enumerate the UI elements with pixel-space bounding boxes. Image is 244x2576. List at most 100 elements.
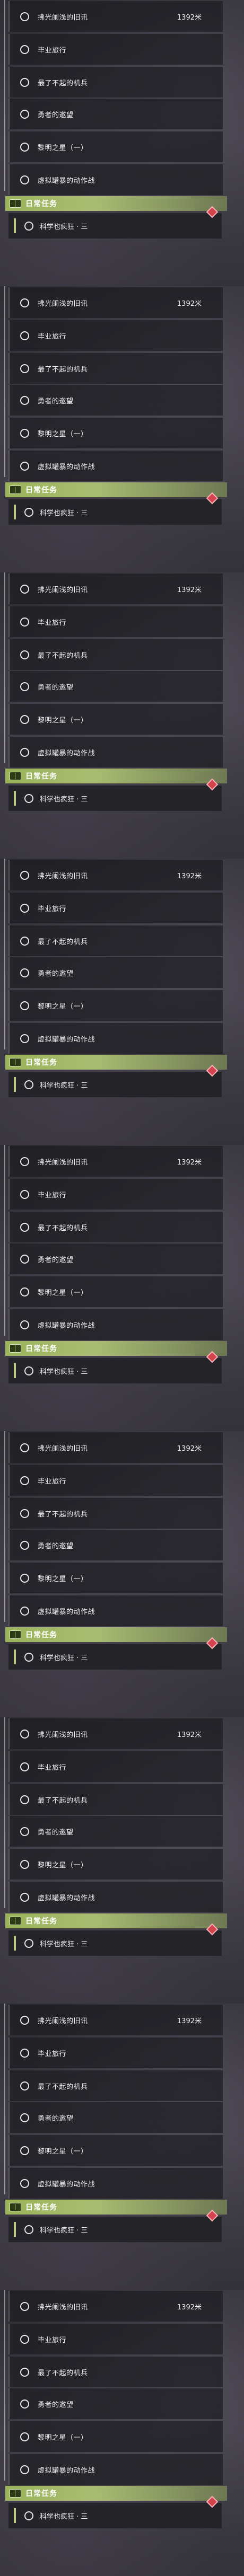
quest-row[interactable]: 最了不起的机兵 — [8, 2070, 223, 2101]
quest-row[interactable]: 黎明之星（一） — [8, 1849, 223, 1880]
daily-task-row[interactable]: 科学也疯狂 · 三 — [8, 1351, 222, 1383]
quest-row-label: 虚拟罐暴的动作战 — [38, 1894, 95, 1902]
daily-task-header[interactable]: 日常任务 — [5, 1055, 227, 1070]
circle-icon — [20, 1287, 29, 1296]
quest-row[interactable]: 勇者的邀望 — [8, 957, 223, 988]
circle-icon — [20, 1222, 29, 1232]
quest-row[interactable]: 最了不起的机兵 — [8, 1498, 223, 1529]
quest-row[interactable]: 虚拟罐暴的动作战 — [8, 2168, 223, 2199]
quest-row[interactable]: 毕业旅行 — [8, 2324, 223, 2354]
daily-task-title: 日常任务 — [25, 486, 57, 495]
quest-row[interactable]: 最了不起的机兵 — [8, 639, 223, 670]
quest-row-label: 勇者的邀望 — [38, 111, 74, 119]
book-icon — [10, 1058, 21, 1066]
quest-row-label: 虚拟罐暴的动作战 — [38, 1035, 95, 1044]
quest-row-label: 毕业旅行 — [38, 619, 67, 627]
quest-track-line — [4, 2004, 5, 2194]
quest-row[interactable]: 勇者的邀望 — [8, 385, 223, 416]
quest-row[interactable]: 黎明之星（一） — [8, 1276, 223, 1307]
circle-icon — [24, 1366, 33, 1375]
quest-row[interactable]: 最了不起的机兵 — [8, 353, 223, 384]
quest-row[interactable]: 拂光阑浅的旧讯 1392米 — [8, 574, 223, 604]
daily-task-row[interactable]: 科学也疯狂 · 三 — [8, 492, 222, 525]
daily-task-row[interactable]: 科学也疯狂 · 三 — [8, 778, 222, 811]
circle-icon — [24, 221, 33, 231]
daily-task-row[interactable]: 科学也疯狂 · 三 — [8, 2495, 222, 2528]
quest-row[interactable]: 拂光阑浅的旧讯 1392米 — [8, 1718, 223, 1749]
daily-task-row[interactable]: 科学也疯狂 · 三 — [8, 1064, 222, 1097]
quest-row[interactable]: 最了不起的机兵 — [8, 1212, 223, 1242]
quest-row[interactable]: 拂光阑浅的旧讯 1392米 — [8, 860, 223, 890]
quest-row[interactable]: 黎明之星（一） — [8, 704, 223, 735]
daily-task-row[interactable]: 科学也疯狂 · 三 — [8, 2209, 222, 2242]
quest-row[interactable]: 勇者的邀望 — [8, 2102, 223, 2133]
daily-task-row[interactable]: 科学也疯狂 · 三 — [8, 1637, 222, 1670]
quest-row-label: 最了不起的机兵 — [38, 79, 88, 87]
quest-row[interactable]: 勇者的邀望 — [8, 1243, 223, 1274]
circle-icon — [20, 1508, 29, 1518]
daily-task-header[interactable]: 日常任务 — [5, 196, 227, 211]
quest-row[interactable]: 毕业旅行 — [8, 893, 223, 923]
daily-task-header[interactable]: 日常任务 — [5, 769, 227, 783]
quest-track-line — [4, 572, 5, 763]
circle-icon — [20, 968, 29, 977]
quest-row[interactable]: 毕业旅行 — [8, 320, 223, 351]
quest-row[interactable]: 黎明之星（一） — [8, 2421, 223, 2452]
daily-task-header[interactable]: 日常任务 — [5, 2486, 227, 2501]
quest-row[interactable]: 虚拟罐暴的动作战 — [8, 451, 223, 481]
quest-row[interactable]: 毕业旅行 — [8, 1751, 223, 1782]
quest-row[interactable]: 勇者的邀望 — [8, 2388, 223, 2419]
quest-row[interactable]: 毕业旅行 — [8, 34, 223, 65]
circle-icon — [20, 1573, 29, 1583]
quest-row[interactable]: 勇者的邀望 — [8, 1530, 223, 1560]
quest-row[interactable]: 拂光阑浅的旧讯 1392米 — [8, 1432, 223, 1463]
circle-icon — [20, 2399, 29, 2409]
quest-row[interactable]: 黎明之星（一） — [8, 1563, 223, 1593]
daily-task-header[interactable]: 日常任务 — [5, 482, 227, 497]
quest-row[interactable]: 毕业旅行 — [8, 1179, 223, 1210]
quest-row[interactable]: 虚拟罐暴的动作战 — [8, 2454, 223, 2485]
daily-task-header[interactable]: 日常任务 — [5, 1627, 227, 1642]
daily-task-header[interactable]: 日常任务 — [5, 2200, 227, 2215]
quest-row[interactable]: 黎明之星（一） — [8, 131, 223, 162]
quest-row[interactable]: 虚拟罐暴的动作战 — [8, 1595, 223, 1626]
quest-row[interactable]: 毕业旅行 — [8, 1465, 223, 1496]
quest-row[interactable]: 黎明之星（一） — [8, 990, 223, 1021]
quest-row[interactable]: 黎明之星（一） — [8, 418, 223, 448]
quest-panel: 拂光阑浅的旧讯 1392米 毕业旅行 最了不起的机兵 勇者的邀望 黎明之星（一） 虚拟罐暴的… — [0, 286, 244, 572]
quest-row[interactable]: 毕业旅行 — [8, 2037, 223, 2068]
quest-row-label: 黎明之星（一） — [38, 2147, 88, 2156]
quest-row[interactable]: 毕业旅行 — [8, 606, 223, 637]
daily-task-header[interactable]: 日常任务 — [5, 1341, 227, 1356]
quest-row-label: 黎明之星（一） — [38, 1861, 88, 1869]
quest-row[interactable]: 拂光阑浅的旧讯 1392米 — [8, 1, 223, 32]
quest-row[interactable]: 最了不起的机兵 — [8, 925, 223, 956]
quest-row[interactable]: 虚拟罐暴的动作战 — [8, 164, 223, 195]
quest-row-label: 勇者的邀望 — [38, 969, 74, 978]
daily-task-title: 日常任务 — [25, 200, 57, 208]
quest-row[interactable]: 拂光阑浅的旧讯 1392米 — [8, 2005, 223, 2035]
quest-row[interactable]: 虚拟罐暴的动作战 — [8, 1882, 223, 1912]
circle-icon — [20, 1859, 29, 1869]
quest-distance: 1392米 — [177, 1158, 202, 1167]
daily-task-header[interactable]: 日常任务 — [5, 1913, 227, 1928]
quest-row[interactable]: 拂光阑浅的旧讯 1392米 — [8, 287, 223, 318]
quest-row[interactable]: 勇者的邀望 — [8, 1816, 223, 1847]
circle-icon — [20, 2432, 29, 2441]
quest-row[interactable]: 勇者的邀望 — [8, 671, 223, 702]
daily-task-title: 日常任务 — [25, 1917, 57, 1926]
quest-row[interactable]: 勇者的邀望 — [8, 99, 223, 129]
quest-row[interactable]: 虚拟罐暴的动作战 — [8, 1309, 223, 1340]
quest-row[interactable]: 拂光阑浅的旧讯 1392米 — [8, 2291, 223, 2322]
daily-task-title: 日常任务 — [25, 2203, 57, 2212]
quest-row[interactable]: 最了不起的机兵 — [8, 1784, 223, 1815]
daily-task-row[interactable]: 科学也疯狂 · 三 — [8, 206, 222, 239]
quest-row[interactable]: 最了不起的机兵 — [8, 67, 223, 98]
quest-row[interactable]: 最了不起的机兵 — [8, 2357, 223, 2387]
daily-task-row[interactable]: 科学也疯狂 · 三 — [8, 1923, 222, 1956]
quest-row[interactable]: 拂光阑浅的旧讯 1392米 — [8, 1146, 223, 1177]
circle-icon — [20, 1892, 29, 1902]
quest-row[interactable]: 虚拟罐暴的动作战 — [8, 1023, 223, 1054]
quest-row[interactable]: 虚拟罐暴的动作战 — [8, 737, 223, 767]
quest-row[interactable]: 黎明之星（一） — [8, 2135, 223, 2166]
